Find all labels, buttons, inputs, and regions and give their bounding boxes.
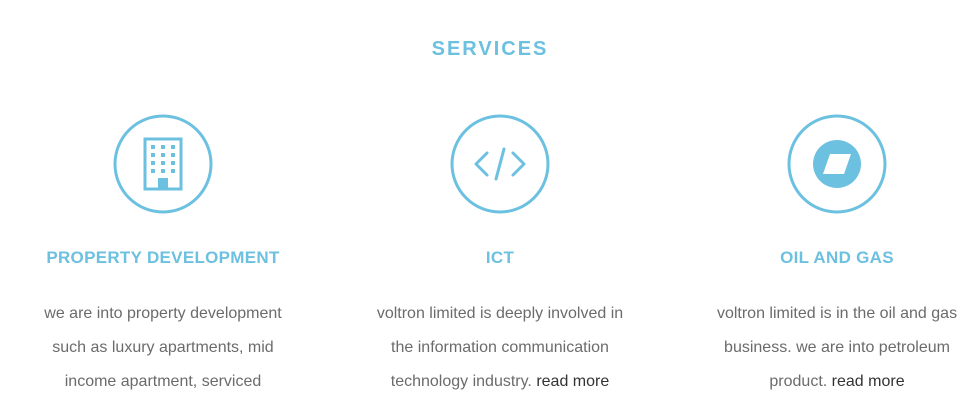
service-icon-circle <box>786 113 888 215</box>
service-oil-and-gas: OIL AND GAS voltron limited is in the oi… <box>677 113 980 399</box>
description-line: such as luxury apartments, mid <box>52 339 274 356</box>
description-line: the information communication <box>391 339 609 356</box>
services-section: SERVICES PROPERTY DEVELOPMENT we are int… <box>0 0 980 403</box>
description-text: technology industry. <box>390 373 532 390</box>
description-line: technology industry. read more <box>340 365 660 399</box>
description-line: income apartment, serviced <box>64 373 262 390</box>
description-line: business. we are into petroleum <box>724 339 950 356</box>
read-more-link[interactable]: read more <box>536 373 609 390</box>
service-ict: ICT voltron limited is deeply involved i… <box>340 113 660 399</box>
service-icon-circle <box>112 113 214 215</box>
service-title: OIL AND GAS <box>780 248 894 267</box>
service-property-development: PROPERTY DEVELOPMENT we are into propert… <box>3 113 323 399</box>
service-description: we are into property development such as… <box>3 297 323 399</box>
building-icon <box>113 114 213 214</box>
oil-drop-icon <box>787 114 887 214</box>
description-line: voltron limited is deeply involved in <box>376 305 624 322</box>
service-title: PROPERTY DEVELOPMENT <box>46 248 280 267</box>
description-line: we are into property development <box>44 305 282 322</box>
code-icon <box>450 114 550 214</box>
description-line: product. read more <box>677 365 980 399</box>
section-title: SERVICES <box>431 38 549 60</box>
service-description: voltron limited is deeply involved in th… <box>340 297 660 399</box>
service-title: ICT <box>485 248 515 267</box>
read-more-link[interactable]: read more <box>832 373 905 390</box>
description-text: product. <box>769 373 828 390</box>
description-line: voltron limited is in the oil and gas <box>716 305 958 322</box>
service-icon-circle <box>449 113 551 215</box>
service-description: voltron limited is in the oil and gas bu… <box>677 297 980 399</box>
